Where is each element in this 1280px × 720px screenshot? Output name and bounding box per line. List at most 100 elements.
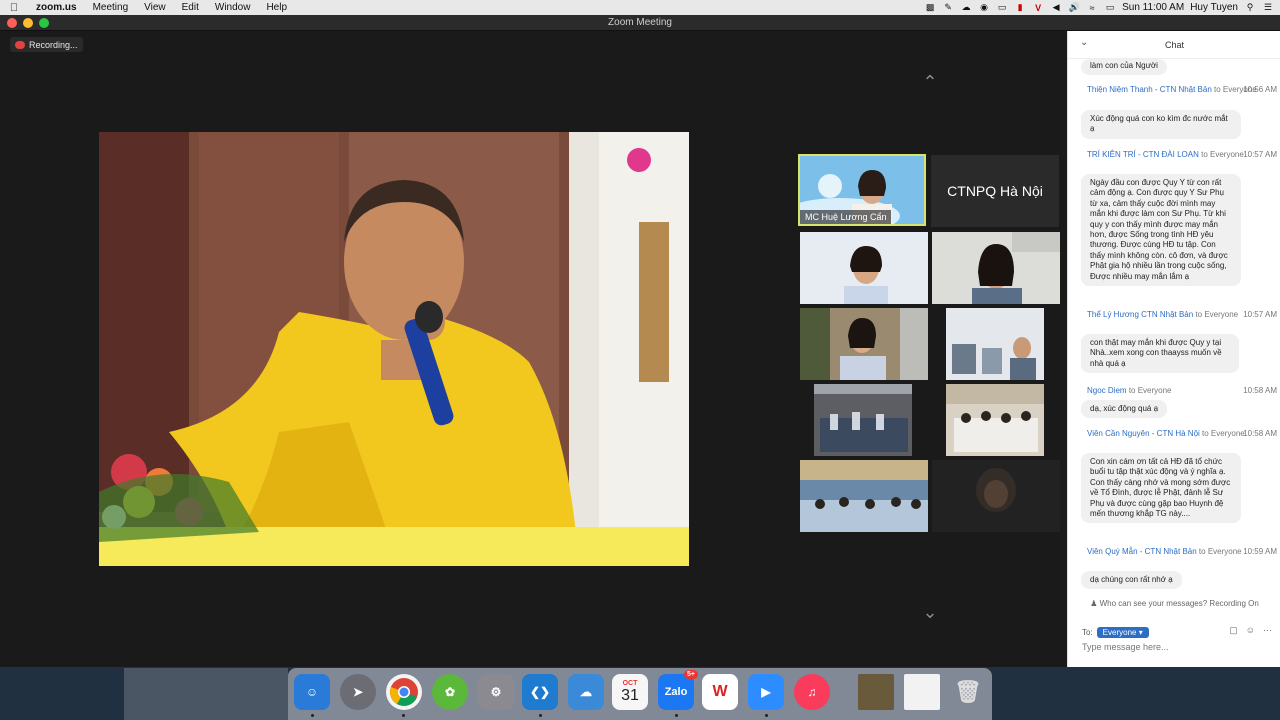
menu-edit[interactable]: Edit xyxy=(174,2,207,13)
chat-message-header: Viên Quý Mẫn - CTN Nhật Bản to Everyone … xyxy=(1087,547,1277,557)
window-title: Zoom Meeting xyxy=(608,17,672,28)
chat-time: 10:57 AM xyxy=(1243,310,1277,319)
menu-help[interactable]: Help xyxy=(258,2,295,13)
v-tray-icon[interactable]: V xyxy=(1032,3,1044,13)
zoom-icon[interactable]: ▶ xyxy=(748,674,784,710)
network-utility-icon[interactable]: ☁ xyxy=(568,674,604,710)
zalo-icon[interactable]: Zalo 5+ xyxy=(658,670,698,710)
participant-tile-5[interactable] xyxy=(800,308,928,380)
chat-sender[interactable]: Thể Lý Hương CTN Nhật Bản xyxy=(1087,310,1193,319)
participant-tile-6[interactable] xyxy=(932,308,1060,380)
chat-time: 10:59 AM xyxy=(1243,547,1277,556)
cloud-tray-icon[interactable]: ☁ xyxy=(960,2,972,13)
volume-icon[interactable]: 🔊 xyxy=(1068,2,1080,13)
chat-sender[interactable]: Viên Quý Mẫn - CTN Nhật Bản xyxy=(1087,547,1197,556)
participant-tile-ctnpq[interactable]: CTNPQ Hà Nội xyxy=(931,155,1059,227)
chat-bubble: Con xin cám ơn tất cả HĐ đã tổ chức buổi… xyxy=(1081,453,1241,524)
ctnpq-label: CTNPQ Hà Nội xyxy=(947,183,1043,199)
speaker-video-frame xyxy=(99,132,689,566)
chat-panel: ⌄ Chat làm con của Người Thiện Niệm Than… xyxy=(1067,31,1280,667)
chat-sender[interactable]: Ngoc Diem xyxy=(1087,386,1127,395)
more-options-icon[interactable]: ··· xyxy=(1263,625,1272,636)
participant-tile-host[interactable]: MC Huệ Lương Cẩn xyxy=(798,154,926,226)
recipient-dropdown[interactable]: Everyone ▾ xyxy=(1096,626,1149,638)
scroll-down-chevron-icon[interactable]: ⌄ xyxy=(918,603,942,621)
music-icon[interactable]: ♫ xyxy=(794,674,830,710)
zoom-tray-icon[interactable]: ▩ xyxy=(924,2,936,13)
chat-bubble: Xúc động quá con ko kìm đc nước mắt ạ xyxy=(1081,110,1241,139)
app-leaf-icon[interactable]: ✿ xyxy=(432,674,468,710)
calendar-day: 31 xyxy=(621,686,639,704)
zalo-label: Zalo xyxy=(664,686,688,698)
chat-sender[interactable]: Thiện Niệm Thanh - CTN Nhật Bản xyxy=(1087,85,1212,94)
participant-video-8 xyxy=(932,384,1060,456)
participant-tile-4[interactable] xyxy=(932,232,1060,304)
wps-office-icon[interactable]: W xyxy=(702,674,738,710)
participant-video-7 xyxy=(800,384,928,456)
running-indicator xyxy=(311,714,314,717)
file-icon[interactable]: ▢ xyxy=(1229,625,1238,636)
battery-icon[interactable]: ▭ xyxy=(1104,2,1116,13)
chrome-icon[interactable] xyxy=(386,674,422,710)
chat-visibility-text: Who can see your messages? Recording On xyxy=(1099,599,1259,608)
chat-sender[interactable]: TRÍ KIÊN TRÍ - CTN ĐÀI LOAN xyxy=(1087,150,1199,159)
wifi-icon[interactable]: ≈ xyxy=(1086,3,1098,13)
host-name-label: MC Huệ Lương Cẩn xyxy=(800,210,892,224)
participant-tile-7[interactable] xyxy=(800,384,928,456)
chat-message-header: TRÍ KIÊN TRÍ - CTN ĐÀI LOAN to Everyone … xyxy=(1087,150,1277,160)
chat-message-header: Thiện Niệm Thanh - CTN Nhật Bản to Every… xyxy=(1087,85,1277,95)
vpn-tray-icon[interactable]: ▮ xyxy=(1014,2,1026,13)
vscode-icon[interactable]: ❮❯ xyxy=(522,674,558,710)
recent-document-thumbnail[interactable] xyxy=(904,674,940,710)
chat-message-input[interactable]: Type message here... xyxy=(1082,642,1262,652)
chat-recipient: to Everyone xyxy=(1198,547,1242,556)
back-tray-icon[interactable]: ◀ xyxy=(1050,2,1062,13)
menu-window[interactable]: Window xyxy=(207,2,259,13)
recipient-value: Everyone xyxy=(1102,627,1137,637)
finder-icon[interactable]: ☺ xyxy=(294,674,330,710)
menu-view[interactable]: View xyxy=(136,2,174,13)
people-icon: ♟ xyxy=(1090,599,1098,608)
calendar-month: OCT xyxy=(622,679,638,687)
menu-meeting[interactable]: Meeting xyxy=(85,2,137,13)
display-tray-icon[interactable]: ▭ xyxy=(996,2,1008,13)
chat-message-list[interactable]: làm con của Người Thiện Niệm Thanh - CTN… xyxy=(1068,59,1280,599)
emoji-icon[interactable]: ☺ xyxy=(1246,625,1255,636)
chat-visibility-notice[interactable]: ♟ Who can see your messages? Recording O… xyxy=(1068,599,1280,608)
eye-tray-icon[interactable]: ◉ xyxy=(978,2,990,13)
scroll-up-chevron-icon[interactable]: ⌃ xyxy=(918,73,942,91)
pen-tray-icon[interactable]: ✎ xyxy=(942,2,954,13)
chat-recipient: to Everyone xyxy=(1201,150,1244,159)
participant-tile-10[interactable] xyxy=(932,460,1060,532)
running-indicator xyxy=(675,714,678,717)
apple-menu-icon[interactable]:  xyxy=(0,2,28,14)
recording-indicator[interactable]: Recording... xyxy=(10,37,83,52)
menubar-user[interactable]: Huy Tuyen xyxy=(1190,2,1238,13)
participant-tile-8[interactable] xyxy=(932,384,1060,456)
participant-video-3 xyxy=(800,232,928,304)
active-speaker-video[interactable] xyxy=(99,132,689,566)
chat-bubble: dạ chúng con rất nhớ ạ xyxy=(1081,571,1182,590)
notification-center-icon[interactable]: ☰ xyxy=(1262,2,1274,13)
recent-image-thumbnail[interactable] xyxy=(858,674,894,710)
recording-label: Recording... xyxy=(29,39,78,50)
participant-tile-3[interactable] xyxy=(800,232,928,304)
calendar-icon[interactable]: OCT 31 xyxy=(612,674,648,710)
chat-recipient: to Everyone xyxy=(1195,310,1239,319)
participant-video-10 xyxy=(932,460,1060,532)
menubar-clock[interactable]: Sun 11:00 AM xyxy=(1122,2,1184,13)
chat-sender[interactable]: Viên Cần Nguyên - CTN Hà Nội xyxy=(1087,429,1200,438)
chat-header: ⌄ Chat xyxy=(1068,31,1280,59)
to-label: To: xyxy=(1082,627,1093,637)
system-preferences-icon[interactable]: ⚙ xyxy=(478,674,514,710)
running-indicator xyxy=(402,714,405,717)
menu-bar:  zoom.us Meeting View Edit Window Help … xyxy=(0,0,1280,15)
participant-tile-9[interactable] xyxy=(800,460,928,532)
chat-recipient: to Everyone xyxy=(1202,429,1245,438)
dock-left-area xyxy=(124,668,288,720)
menu-app-name[interactable]: zoom.us xyxy=(28,2,85,13)
launchpad-icon[interactable]: ➤ xyxy=(340,674,376,710)
meeting-stage: Recording... ⌃ ⌄ MC Huệ Lương Cẩn CTNPQ … xyxy=(0,31,1067,667)
trash-icon[interactable]: 🗑 xyxy=(950,674,986,710)
spotlight-search-icon[interactable]: ⚲ xyxy=(1244,2,1256,13)
